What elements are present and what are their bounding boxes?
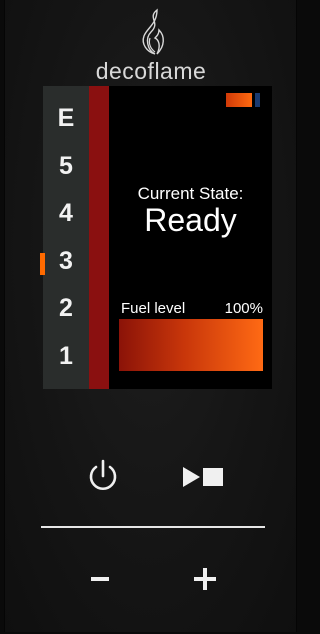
fuel-level-label: Fuel level bbox=[121, 300, 186, 317]
brand-name: decoflame bbox=[95, 58, 207, 84]
fuel-level-percent: 100% bbox=[224, 300, 263, 317]
level-selector: E 5 4 3 2 1 bbox=[43, 86, 89, 389]
state-label: Current State: bbox=[137, 184, 244, 203]
fuel-level-bar bbox=[119, 319, 263, 371]
divider bbox=[41, 526, 265, 528]
level-item-2[interactable]: 2 bbox=[43, 294, 89, 323]
level-item-3[interactable]: 3 bbox=[43, 247, 89, 276]
plus-icon bbox=[194, 568, 216, 590]
play-stop-icon bbox=[183, 467, 223, 487]
level-item-e[interactable]: E bbox=[43, 104, 89, 133]
flame-logo-icon bbox=[142, 8, 164, 55]
level-item-5[interactable]: 5 bbox=[43, 152, 89, 181]
plus-button[interactable] bbox=[188, 562, 222, 596]
power-button[interactable] bbox=[85, 456, 121, 496]
power-icon bbox=[89, 459, 117, 490]
play-stop-button[interactable] bbox=[177, 462, 233, 492]
minus-button[interactable] bbox=[87, 564, 117, 594]
display-screen: E 5 4 3 2 1 Current State: Ready Fuel le… bbox=[43, 86, 272, 389]
selected-level-marker bbox=[40, 253, 45, 275]
control-panel: decoflame E 5 4 3 2 1 Current State: Rea… bbox=[4, 0, 297, 632]
state-value: Ready bbox=[144, 202, 237, 238]
level-item-1[interactable]: 1 bbox=[43, 342, 89, 371]
level-item-4[interactable]: 4 bbox=[43, 199, 89, 228]
level-indicator-bar bbox=[89, 86, 109, 389]
battery-icon bbox=[226, 93, 252, 107]
fuel-level-fill bbox=[119, 319, 263, 371]
battery-tip bbox=[255, 93, 260, 107]
minus-icon bbox=[91, 577, 109, 581]
